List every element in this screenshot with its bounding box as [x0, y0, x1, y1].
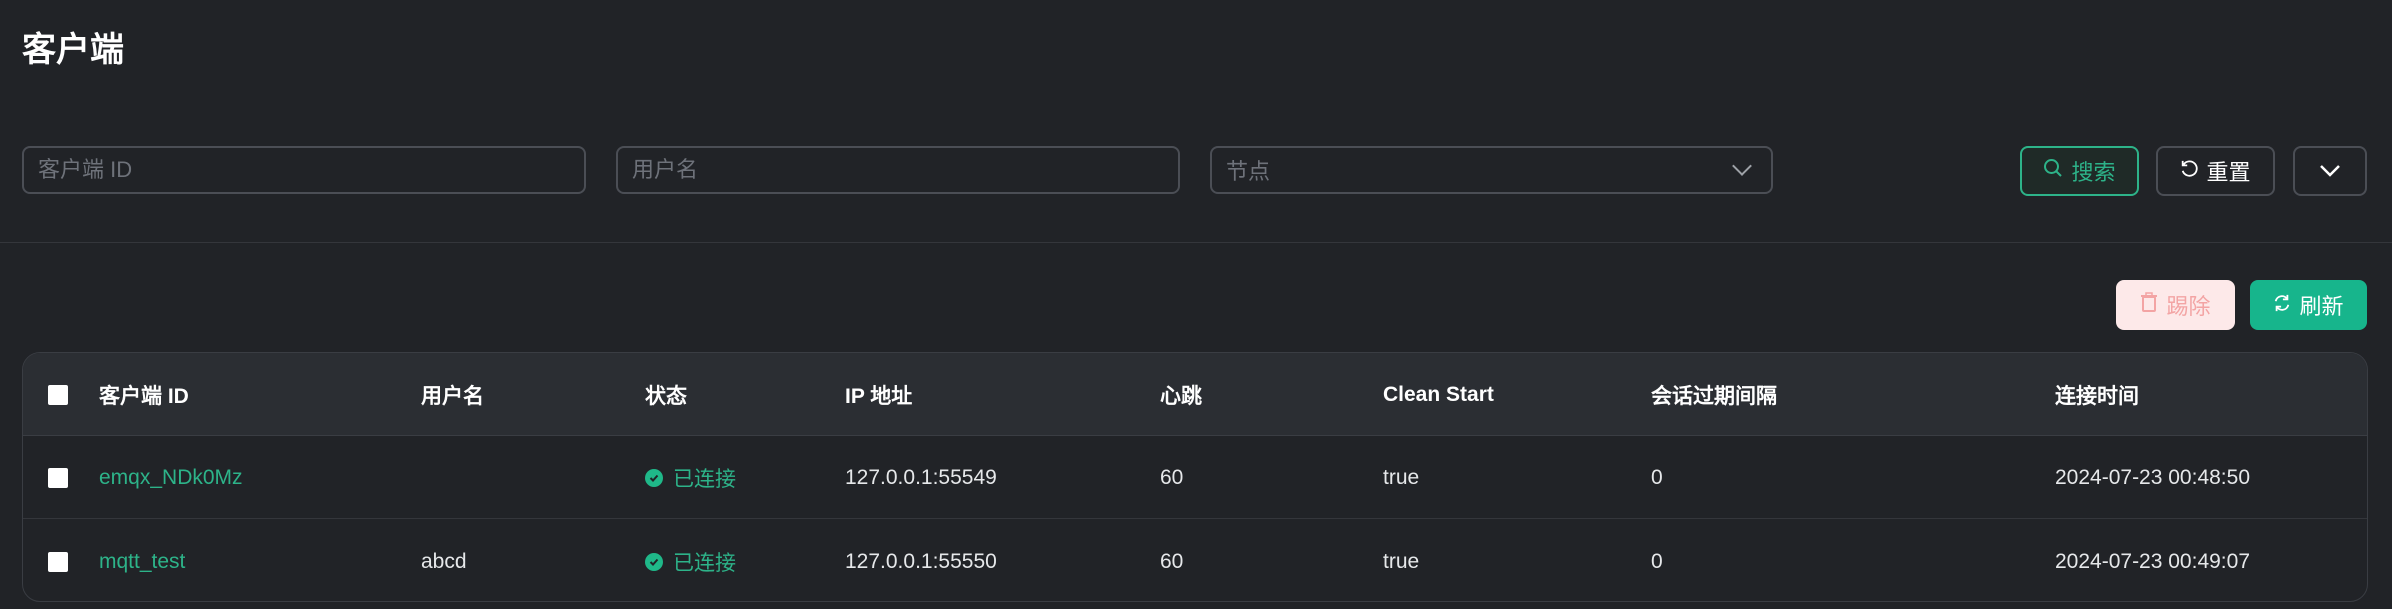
keepalive-cell: 60 [1160, 549, 1184, 573]
chevron-down-icon [2319, 158, 2341, 184]
search-button-label: 搜索 [2071, 160, 2116, 185]
search-icon [2043, 158, 2063, 184]
node-select-placeholder: 节点 [1226, 159, 1271, 184]
node-select[interactable]: 节点 [1210, 146, 1773, 194]
connected-at-cell: 2024-07-23 00:48:50 [2055, 465, 2250, 489]
status-label: 已连接 [673, 467, 736, 491]
username-field[interactable] [616, 146, 1180, 194]
search-button[interactable]: 搜索 [2020, 146, 2139, 196]
client-id-field[interactable] [22, 146, 586, 194]
status-cell: 已连接 [645, 520, 736, 601]
connected-at-cell: 2024-07-23 00:49:07 [2055, 549, 2250, 573]
reset-button-label: 重置 [2206, 160, 2251, 185]
header-expiry[interactable]: 会话过期间隔 [1651, 353, 1777, 436]
expand-filters-button[interactable] [2293, 146, 2367, 196]
table-row: mqtt_test abcd 已连接 127.0.0.1:55550 60 tr… [23, 520, 2367, 601]
filter-bar: 节点 搜索 重置 [0, 146, 2392, 196]
divider [0, 242, 2392, 243]
chevron-down-icon [1732, 156, 1752, 176]
refresh-button-label: 刷新 [2299, 294, 2344, 319]
header-status[interactable]: 状态 [645, 353, 687, 436]
header-clean-start[interactable]: Clean Start [1383, 353, 1494, 436]
reset-button[interactable]: 重置 [2156, 146, 2275, 196]
expiry-cell: 0 [1651, 549, 1663, 573]
select-all-checkbox[interactable] [48, 384, 68, 405]
username-input[interactable] [632, 157, 1164, 183]
header-username[interactable]: 用户名 [421, 353, 484, 436]
kick-button[interactable]: 踢除 [2116, 280, 2235, 330]
connected-status-icon [645, 552, 663, 571]
header-connected-at[interactable]: 连接时间 [2055, 353, 2139, 436]
refresh-icon [2273, 292, 2291, 318]
username-cell: abcd [421, 549, 467, 573]
ip-cell: 127.0.0.1:55549 [845, 465, 997, 489]
refresh-button[interactable]: 刷新 [2250, 280, 2367, 330]
ip-cell: 127.0.0.1:55550 [845, 549, 997, 573]
kick-button-label: 踢除 [2166, 294, 2211, 319]
trash-icon [2140, 292, 2158, 318]
keepalive-cell: 60 [1160, 465, 1184, 489]
header-keepalive[interactable]: 心跳 [1160, 353, 1202, 436]
table-row: emqx_NDk0Mz 已连接 127.0.0.1:55549 60 true … [23, 436, 2367, 519]
header-ip[interactable]: IP 地址 [845, 353, 912, 436]
clients-table: 客户端 ID 用户名 状态 IP 地址 心跳 Clean Start 会话过期间… [22, 352, 2368, 602]
status-label: 已连接 [673, 551, 736, 575]
client-id-link[interactable]: mqtt_test [99, 520, 185, 601]
page-title: 客户端 [22, 31, 124, 69]
status-cell: 已连接 [645, 436, 736, 519]
expiry-cell: 0 [1651, 465, 1663, 489]
client-id-link[interactable]: emqx_NDk0Mz [99, 436, 243, 519]
clean-start-cell: true [1383, 549, 1420, 573]
clean-start-cell: true [1383, 465, 1420, 489]
client-id-input[interactable] [38, 157, 570, 183]
row-checkbox[interactable] [48, 467, 68, 488]
connected-status-icon [645, 468, 663, 487]
row-checkbox[interactable] [48, 551, 68, 572]
reset-icon [2180, 158, 2199, 184]
header-client-id[interactable]: 客户端 ID [99, 353, 189, 436]
table-header: 客户端 ID 用户名 状态 IP 地址 心跳 Clean Start 会话过期间… [23, 353, 2367, 436]
